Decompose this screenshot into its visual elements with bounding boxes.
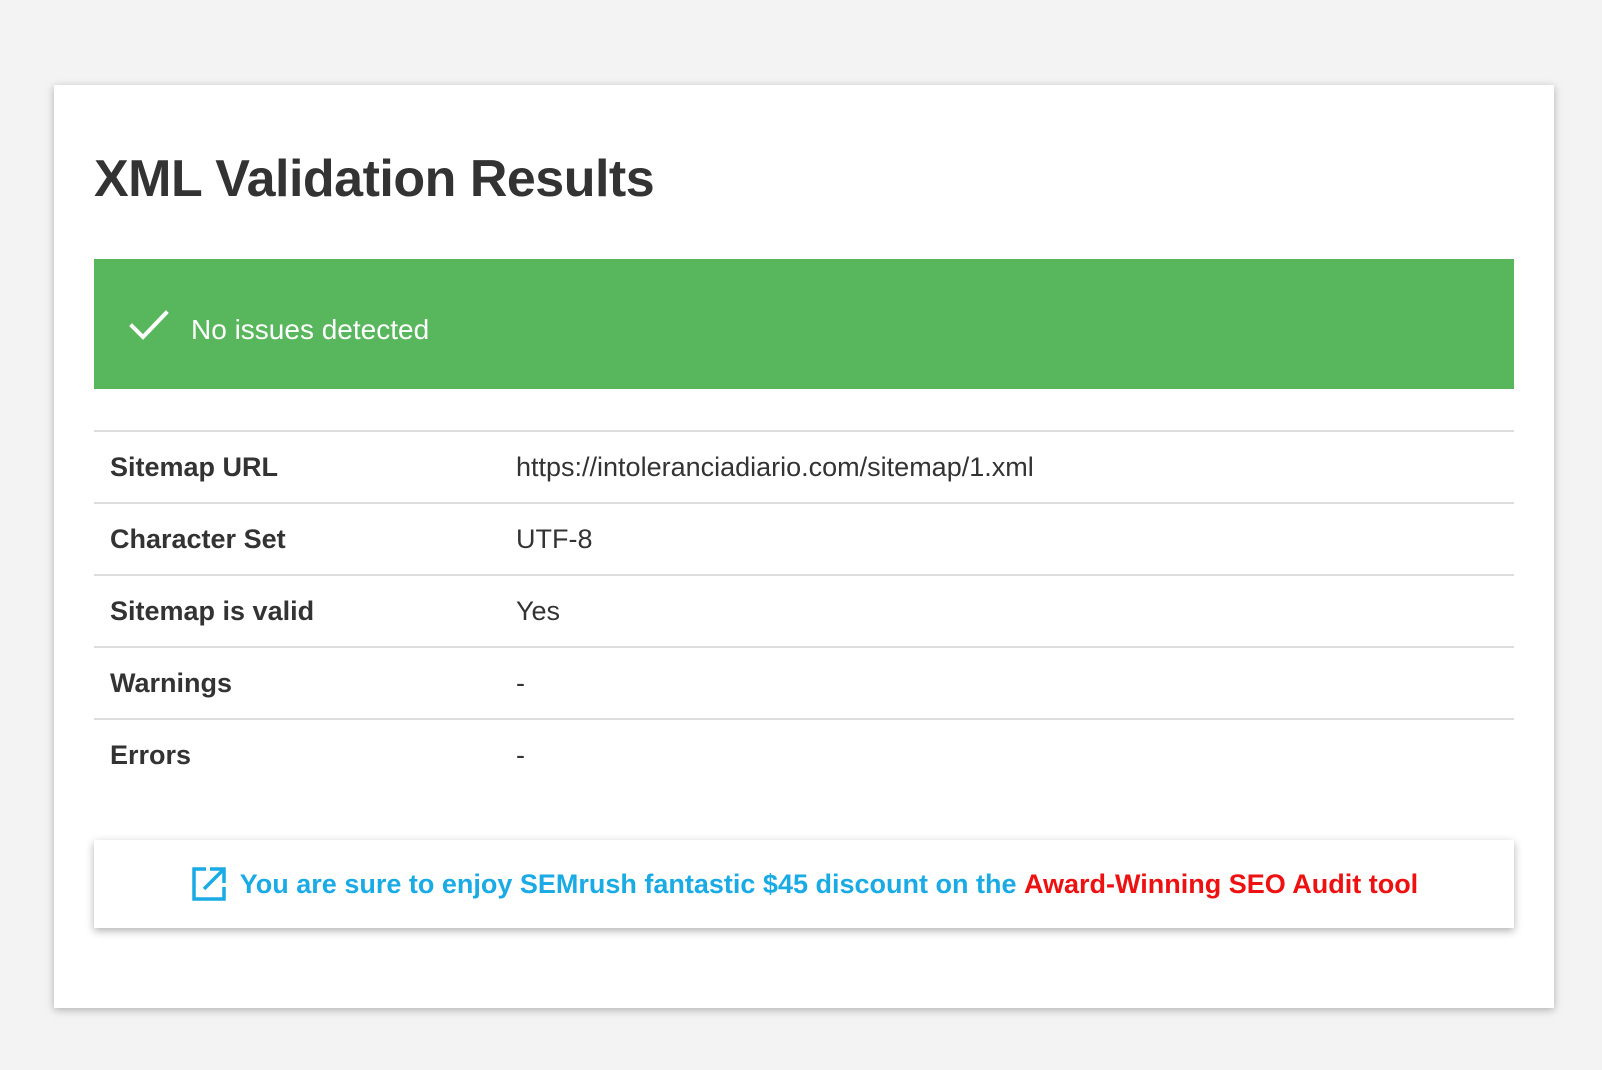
table-row: Sitemap is valid Yes	[94, 575, 1514, 647]
page-title: XML Validation Results	[94, 150, 655, 208]
success-alert: No issues detected	[94, 259, 1514, 389]
table-row: Warnings -	[94, 647, 1514, 719]
check-icon	[129, 310, 169, 340]
row-label-sitemap-url: Sitemap URL	[110, 451, 279, 482]
promo-banner: You are sure to enjoy SEMrush fantastic …	[94, 840, 1514, 928]
table-row: Sitemap URL https://intoleranciadiario.c…	[94, 431, 1514, 503]
results-table: Sitemap URL https://intoleranciadiario.c…	[94, 430, 1514, 791]
row-label-character-set: Character Set	[110, 523, 286, 554]
alert-message: No issues detected	[191, 314, 430, 345]
row-label-sitemap-valid: Sitemap is valid	[110, 595, 315, 626]
row-label-warnings: Warnings	[110, 667, 233, 698]
row-value-character-set: UTF-8	[516, 523, 593, 554]
row-value-warnings: -	[516, 667, 525, 698]
row-value-sitemap-valid: Yes	[516, 595, 561, 626]
results-card: XML Validation Results No issues detecte…	[54, 85, 1554, 1008]
promo-link[interactable]: You are sure to enjoy SEMrush fantastic …	[240, 869, 1024, 900]
external-link-icon[interactable]	[190, 865, 228, 903]
seo-audit-tool-link[interactable]: Award-Winning SEO Audit tool	[1024, 869, 1418, 900]
row-value-sitemap-url: https://intoleranciadiario.com/sitemap/1…	[516, 451, 1034, 482]
row-label-errors: Errors	[110, 740, 192, 770]
row-value-errors: -	[516, 740, 525, 770]
table-row: Errors -	[94, 719, 1514, 791]
table-row: Character Set UTF-8	[94, 503, 1514, 575]
